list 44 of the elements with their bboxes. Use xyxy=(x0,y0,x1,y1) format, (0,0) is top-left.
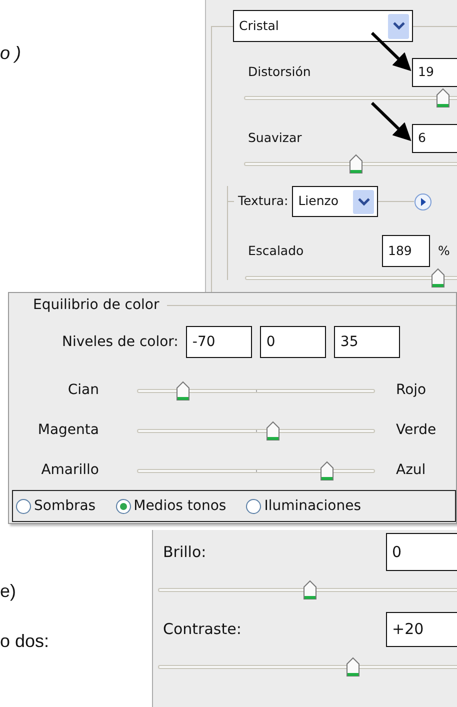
radio-button[interactable] xyxy=(246,498,262,514)
radio-label[interactable]: Sombras xyxy=(34,496,96,516)
field-label: Contraste: xyxy=(163,619,242,640)
unit-label: % xyxy=(438,242,450,260)
slider-thumb[interactable] xyxy=(320,460,334,480)
field-label: Escalado xyxy=(248,242,305,260)
slider-label: Azul xyxy=(396,461,426,480)
slider-label: Verde xyxy=(396,421,436,440)
dropdown[interactable]: Lienzo xyxy=(292,186,378,217)
number-field[interactable]: 189 xyxy=(382,235,430,267)
slider-label: Magenta xyxy=(36,421,99,440)
slider-thumb[interactable] xyxy=(302,580,317,600)
slider-thumb[interactable] xyxy=(346,657,360,677)
number-field[interactable]: 0 xyxy=(386,533,457,571)
slider-thumb[interactable] xyxy=(436,88,450,108)
field-label: Brillo: xyxy=(163,542,208,563)
radio-label[interactable]: Medios tonos xyxy=(134,496,226,516)
field-label: Niveles de color: xyxy=(62,332,178,352)
slider-thumb[interactable] xyxy=(176,380,190,400)
slider-label: Amarillo xyxy=(40,461,99,480)
radio-label[interactable]: Iluminaciones xyxy=(264,496,361,516)
field-label: Distorsión xyxy=(248,63,312,82)
text-fragment: o dos: xyxy=(0,630,50,653)
number-field[interactable]: -70 xyxy=(186,326,252,358)
number-field[interactable]: +20 xyxy=(386,612,457,647)
text-fragment: e) xyxy=(0,580,16,603)
slider-thumb[interactable] xyxy=(348,154,363,174)
chevron-down-icon xyxy=(392,22,404,30)
text-fragment: o ) xyxy=(0,42,22,65)
chevron-down-icon xyxy=(358,198,370,206)
number-field[interactable]: 6 xyxy=(412,124,457,153)
slider-thumb[interactable] xyxy=(266,420,280,440)
number-field[interactable]: 35 xyxy=(334,326,400,358)
dropdown[interactable]: Cristal xyxy=(233,10,413,42)
slider-thumb[interactable] xyxy=(430,268,445,288)
radio-button[interactable] xyxy=(16,498,31,514)
slider-label: Rojo xyxy=(396,381,426,400)
number-field[interactable]: 19 xyxy=(412,58,457,87)
number-field[interactable]: 0 xyxy=(260,326,326,358)
field-label: Suavizar xyxy=(248,129,303,148)
radio-button[interactable] xyxy=(116,498,131,514)
field-label: Textura: xyxy=(238,192,288,210)
slider-label: Cian xyxy=(66,381,99,400)
section-title: Equilibrio de color xyxy=(33,296,160,315)
